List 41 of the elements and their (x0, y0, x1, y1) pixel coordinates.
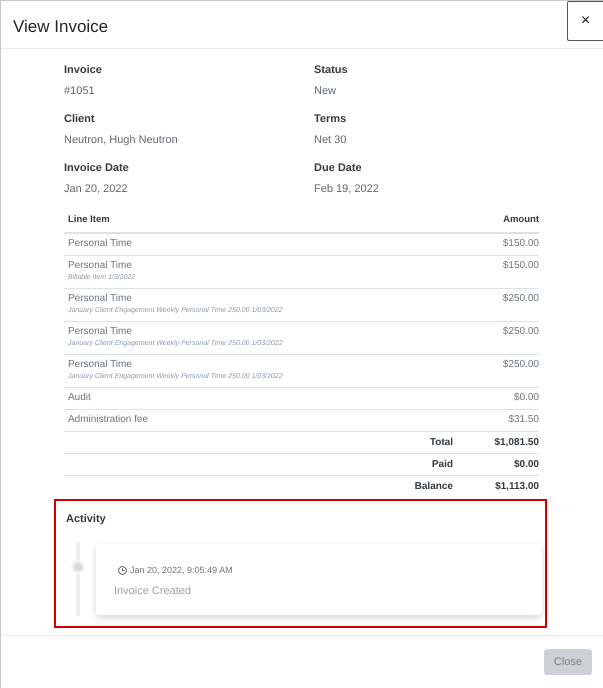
event-description: Invoice Created (114, 584, 192, 598)
event-time: Jan 20, 2022, 9:05:49 AM (130, 564, 233, 577)
field-value: Feb 19, 2022 (314, 182, 379, 197)
total-label: Total (430, 437, 453, 449)
line-item-name: Personal Time (68, 359, 132, 371)
column-header: Amount (503, 214, 539, 226)
timeline-dot-icon (71, 560, 85, 574)
field-label: Terms (314, 112, 346, 127)
line-item-amount: $0.00 (514, 392, 539, 404)
line-item-amount: $250.00 (502, 359, 539, 371)
clock-icon (118, 566, 127, 574)
total-value: $1,081.50 (494, 437, 539, 449)
field-label: Due Date (314, 161, 362, 176)
field-value: Neutron, Hugh Neutron (64, 133, 178, 148)
total-label: Paid (432, 459, 453, 471)
section-title: Activity (66, 512, 106, 526)
line-item-name: Personal Time (68, 293, 132, 305)
field-label: Invoice (64, 63, 102, 78)
line-item-name: Administration fee (68, 414, 148, 426)
field-value: New (314, 84, 336, 99)
line-item-amount: $250.00 (502, 326, 539, 338)
dialog-title: View Invoice (13, 17, 108, 37)
total-value: $0.00 (514, 459, 539, 471)
field-label: Client (64, 112, 95, 127)
line-item-name: Personal Time (68, 238, 132, 250)
line-item-name: Personal Time (68, 326, 132, 338)
column-header: Line Item (68, 214, 110, 226)
line-item-amount: $250.00 (502, 293, 539, 305)
line-item-amount: $31.50 (508, 414, 539, 426)
total-label: Balance (414, 481, 453, 493)
total-value: $1,113.00 (495, 481, 539, 493)
line-item-amount: $150.00 (502, 260, 539, 272)
field-value: Net 30 (314, 133, 346, 148)
field-value: Jan 20, 2022 (64, 182, 128, 197)
field-label: Status (314, 63, 348, 78)
close-button[interactable]: × (567, 1, 603, 41)
field-label: Invoice Date (64, 161, 129, 176)
line-item-amount: $150.00 (502, 238, 539, 250)
line-item-name: Audit (68, 392, 91, 404)
line-item-name: Personal Time (68, 260, 132, 272)
field-value: #1051 (64, 84, 95, 99)
